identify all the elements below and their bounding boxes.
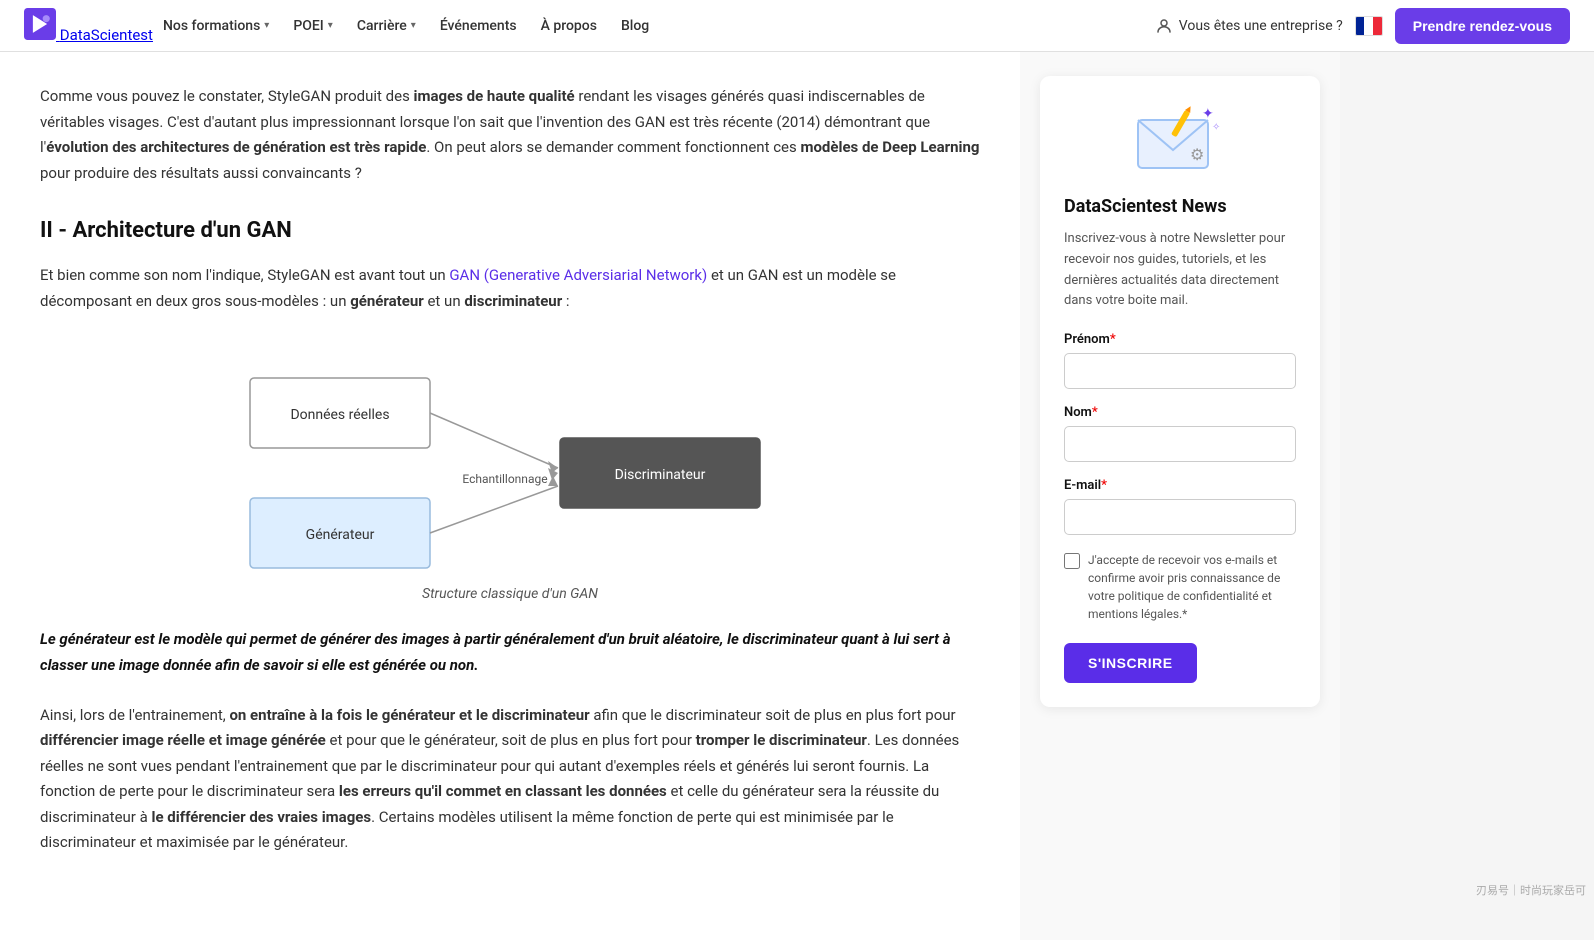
svg-text:Générateur: Générateur <box>306 527 375 543</box>
sidebar-newsletter-card: ✦ ✧ ⚙ DataScientest News Inscrivez-vous … <box>1040 76 1320 707</box>
nom-required-star: * <box>1092 405 1098 420</box>
submit-button[interactable]: S'INSCRIRE <box>1064 643 1197 683</box>
prenom-input[interactable] <box>1064 353 1296 389</box>
blockquote: Le générateur est le modèle qui permet d… <box>40 626 980 679</box>
svg-text:Echantillonnage: Echantillonnage <box>462 472 547 486</box>
email-label-text: E-mail <box>1064 478 1101 493</box>
svg-text:Discriminateur: Discriminateur <box>615 467 706 483</box>
consent-checkbox[interactable] <box>1064 553 1080 569</box>
flag-icon[interactable] <box>1355 16 1383 36</box>
chevron-down-icon: ▾ <box>411 20 416 31</box>
navbar: DataScientest Nos formations ▾ POEI ▾ Ca… <box>0 0 1594 52</box>
email-label: E-mail* <box>1064 478 1296 493</box>
logo-icon <box>24 8 56 40</box>
nav-link-apropos-label: À propos <box>541 18 597 34</box>
bold-entraine: on entraîne à la fois le générateur et l… <box>229 706 589 724</box>
diagram-svg-wrapper: Données réelles Générateur Discriminateu… <box>230 338 790 602</box>
nav-link-poei[interactable]: POEI ▾ <box>283 12 343 40</box>
enterprise-icon <box>1155 17 1173 35</box>
prenom-field-group: Prénom* <box>1064 332 1296 405</box>
bold-differencier-vraies: le différencier des vraies images <box>152 808 372 826</box>
nav-link-carriere-label: Carrière <box>357 18 407 34</box>
email-required-star: * <box>1101 478 1107 493</box>
section2-heading: II - Architecture d'un GAN <box>40 218 980 243</box>
nom-field-group: Nom* <box>1064 405 1296 478</box>
consent-label: J'accepte de recevoir vos e-mails et con… <box>1088 551 1296 623</box>
bold-deep-learning: modèles de Deep Learning <box>800 138 979 156</box>
nav-link-formations[interactable]: Nos formations ▾ <box>153 12 279 40</box>
bold-differencier: différencier image réelle et image génér… <box>40 731 326 749</box>
sidebar-illustration: ✦ ✧ ⚙ <box>1064 100 1296 180</box>
prenom-label: Prénom* <box>1064 332 1296 347</box>
nav-link-apropos[interactable]: À propos <box>531 12 607 40</box>
chevron-down-icon: ▾ <box>264 20 269 31</box>
bold-tromper: tromper le discriminateur <box>696 731 867 749</box>
nav-logo[interactable]: DataScientest <box>24 8 153 44</box>
gan-link[interactable]: GAN (Generative Adversiarial Network) <box>449 266 707 284</box>
paragraph-2: Et bien comme son nom l'indique, StyleGA… <box>40 263 980 314</box>
nav-link-carriere[interactable]: Carrière ▾ <box>347 12 426 40</box>
svg-text:⚙: ⚙ <box>1190 145 1204 164</box>
nav-right: Vous êtes une entreprise ? Prendre rende… <box>1155 8 1570 44</box>
main-content: Comme vous pouvez le constater, StyleGAN… <box>0 52 1020 940</box>
diagram-caption: Structure classique d'un GAN <box>422 586 598 602</box>
nom-label-text: Nom <box>1064 405 1092 420</box>
bold-generateur: générateur <box>350 292 424 310</box>
newsletter-illustration: ✦ ✧ ⚙ <box>1130 100 1230 180</box>
nav-link-poei-label: POEI <box>293 18 323 34</box>
svg-text:✦: ✦ <box>1202 106 1214 122</box>
email-field-group: E-mail* <box>1064 478 1296 551</box>
enterprise-link[interactable]: Vous êtes une entreprise ? <box>1155 17 1343 35</box>
sidebar-title: DataScientest News <box>1064 196 1296 217</box>
enterprise-label: Vous êtes une entreprise ? <box>1179 18 1343 34</box>
sidebar-description: Inscrivez-vous à notre Newsletter pour r… <box>1064 229 1296 312</box>
logo-text: DataScientest <box>60 26 153 44</box>
nav-link-blog[interactable]: Blog <box>611 12 659 40</box>
nav-link-blog-label: Blog <box>621 18 649 34</box>
nav-link-evenements[interactable]: Événements <box>430 12 527 40</box>
nav-links: Nos formations ▾ POEI ▾ Carrière ▾ Événe… <box>153 12 1155 40</box>
nav-link-formations-label: Nos formations <box>163 18 260 34</box>
prenom-required-star: * <box>1110 332 1116 347</box>
nom-input[interactable] <box>1064 426 1296 462</box>
prenom-label-text: Prénom <box>1064 332 1110 347</box>
nom-label: Nom* <box>1064 405 1296 420</box>
sidebar: ✦ ✧ ⚙ DataScientest News Inscrivez-vous … <box>1020 52 1340 940</box>
bold-discriminateur: discriminateur <box>464 292 562 310</box>
consent-row: J'accepte de recevoir vos e-mails et con… <box>1064 551 1296 623</box>
paragraph-1: Comme vous pouvez le constater, StyleGAN… <box>40 84 980 186</box>
page-wrapper: Comme vous pouvez le constater, StyleGAN… <box>0 52 1594 940</box>
gan-diagram: Données réelles Générateur Discriminateu… <box>230 338 790 578</box>
svg-text:✧: ✧ <box>1212 122 1220 133</box>
bold-erreurs: les erreurs qu'il commet en classant les… <box>339 782 667 800</box>
cta-button[interactable]: Prendre rendez-vous <box>1395 8 1570 44</box>
email-input[interactable] <box>1064 499 1296 535</box>
nav-link-evenements-label: Événements <box>440 18 517 34</box>
bold-images-haute-qualite: images de haute qualité <box>414 87 575 105</box>
bold-evolution: évolution des architectures de génératio… <box>46 138 426 156</box>
chevron-down-icon: ▾ <box>328 20 333 31</box>
diagram-container: Données réelles Générateur Discriminateu… <box>40 338 980 602</box>
paragraph-3: Ainsi, lors de l'entrainement, on entraî… <box>40 703 980 856</box>
svg-text:Données réelles: Données réelles <box>290 407 389 423</box>
